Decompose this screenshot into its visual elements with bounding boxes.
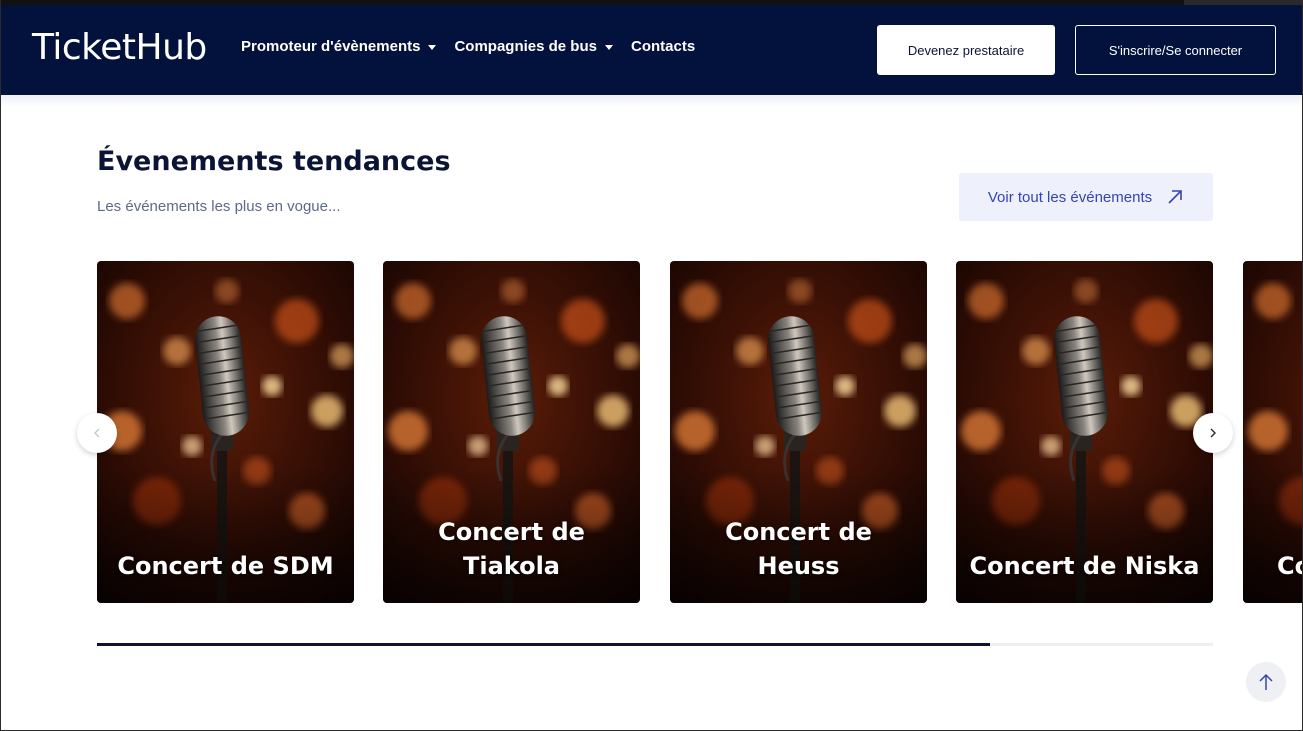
event-card[interactable]: Co xyxy=(1243,261,1302,603)
chevron-left-icon xyxy=(94,428,100,438)
section-subtitle: Les événements les plus en vogue... xyxy=(97,198,341,215)
event-card[interactable]: Concert de SDM xyxy=(97,261,354,603)
event-card-title: Concert de Heuss xyxy=(725,518,872,580)
chevron-right-icon xyxy=(1210,428,1216,438)
nav-item-label: Contacts xyxy=(630,38,696,55)
become-provider-button[interactable]: Devenez prestataire xyxy=(877,25,1055,75)
event-card-title: Concert de Tiakola xyxy=(438,518,585,580)
nav-item-label: Compagnies de bus xyxy=(454,38,597,55)
arrow-up-right-icon xyxy=(1168,190,1182,204)
carousel-progress-fill xyxy=(97,643,990,646)
event-card-title: Co xyxy=(1277,552,1302,580)
event-card-title: Concert de SDM xyxy=(117,552,334,580)
nav-item-bus-companies[interactable]: Compagnies de bus xyxy=(454,38,613,55)
view-all-label: Voir tout les événements xyxy=(987,188,1153,206)
caret-down-icon xyxy=(604,44,613,50)
logo[interactable]: TicketHub xyxy=(32,27,207,68)
event-card[interactable]: Concert de Niska xyxy=(956,261,1213,603)
back-to-top-button[interactable] xyxy=(1246,662,1286,702)
event-card[interactable]: Concert de Heuss xyxy=(670,261,927,603)
nav-item-contacts[interactable]: Contacts xyxy=(631,38,695,55)
nav-item-label: Promoteur d'évènements xyxy=(241,38,421,55)
nav-item-event-promoter[interactable]: Promoteur d'évènements xyxy=(241,38,437,55)
arrow-up-icon xyxy=(1259,673,1273,690)
main-nav: Promoteur d'évènements Compagnies de bus… xyxy=(241,38,713,55)
section-title: Évenements tendances xyxy=(97,146,451,177)
carousel-next-button[interactable] xyxy=(1193,413,1233,453)
event-card-title: Concert de Niska xyxy=(969,552,1200,580)
view-all-events-button[interactable]: Voir tout les événements xyxy=(959,173,1213,221)
signup-login-button[interactable]: S'inscrire/Se connecter xyxy=(1075,25,1276,75)
event-card[interactable]: Concert de Tiakola xyxy=(383,261,640,603)
site-header: TicketHub Promoteur d'évènements Compagn… xyxy=(1,5,1302,95)
page: TicketHub Promoteur d'évènements Compagn… xyxy=(0,0,1303,731)
carousel-progress-track[interactable] xyxy=(97,643,1213,646)
carousel-prev-button[interactable] xyxy=(77,413,117,453)
header-shadow xyxy=(1,95,1302,107)
caret-down-icon xyxy=(428,44,437,50)
